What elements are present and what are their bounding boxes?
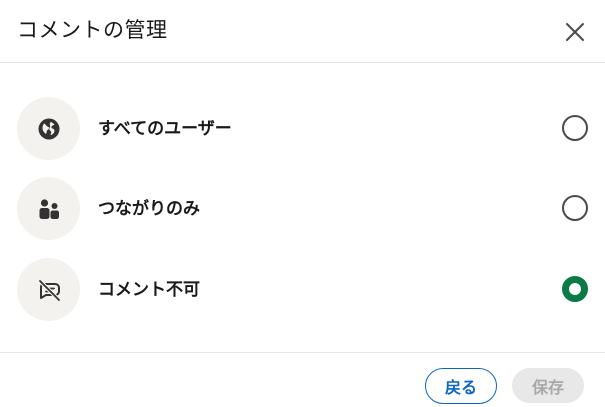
save-button[interactable]: 保存 [512, 368, 584, 403]
option-label: すべてのユーザー [98, 119, 232, 139]
comment-off-icon [17, 258, 80, 321]
radio-no-comments[interactable] [562, 276, 588, 302]
radio-all-users[interactable] [562, 115, 588, 141]
radio-connections-only[interactable] [562, 195, 588, 221]
dialog-footer: 戻る 保存 [0, 352, 605, 407]
people-icon [17, 177, 80, 240]
dialog-title: コメントの管理 [17, 18, 168, 42]
dialog-header: コメントの管理 [0, 0, 605, 63]
option-label: コメント不可 [98, 280, 200, 300]
comment-settings-dialog: コメントの管理 すべてのユーザー つながりのみ コメント不可 戻る 保存 [0, 0, 605, 407]
globe-icon [17, 97, 80, 160]
option-label: つながりのみ [98, 199, 200, 219]
option-no-comments[interactable]: コメント不可 [0, 255, 605, 325]
close-icon[interactable] [561, 18, 589, 46]
back-button[interactable]: 戻る [425, 368, 497, 404]
option-connections-only[interactable]: つながりのみ [0, 174, 605, 244]
option-all-users[interactable]: すべてのユーザー [0, 94, 605, 164]
